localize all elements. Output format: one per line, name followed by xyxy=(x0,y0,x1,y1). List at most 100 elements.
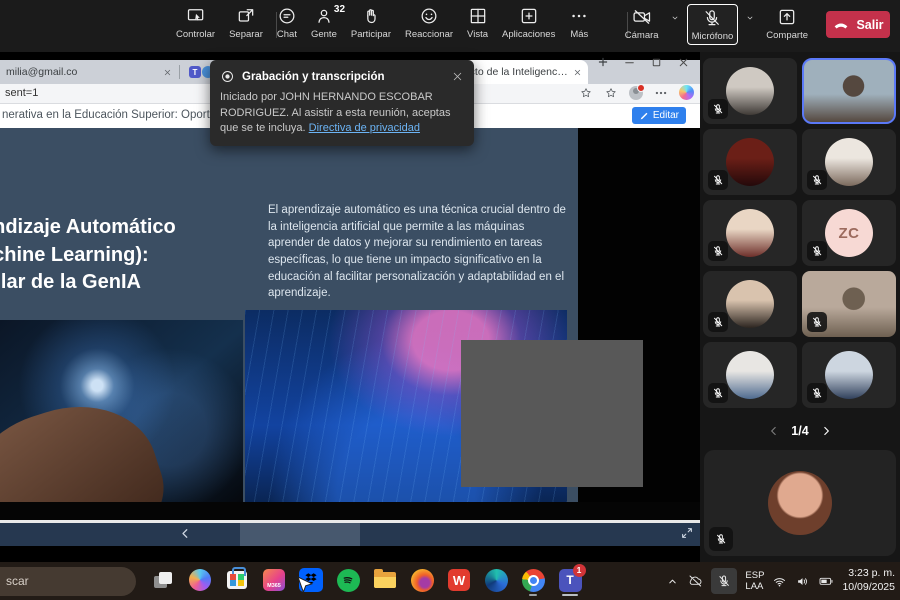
slide-title-line3: Pilar de la GenIA xyxy=(0,269,234,297)
taskbar-app-task-view[interactable] xyxy=(149,566,177,594)
toolbar-chat-button[interactable]: Chat xyxy=(277,5,297,40)
participant-tile-woman-sunglasses[interactable] xyxy=(802,342,896,408)
presentation-page-title: nerativa en la Educación Superior: Oport… xyxy=(2,109,216,121)
participant-tile-man-dark-clothing[interactable] xyxy=(703,58,797,124)
leave-meeting-button[interactable]: Salir xyxy=(826,11,890,38)
slide-title: endizaje Automático achine Learning): Pi… xyxy=(0,214,234,297)
notification-close-icon[interactable] xyxy=(451,70,464,83)
toolbar-view-button[interactable]: Vista xyxy=(467,5,488,40)
toolbar-label: Controlar xyxy=(176,29,215,40)
tab-close-icon[interactable] xyxy=(163,68,172,77)
share-button[interactable]: Comparte xyxy=(762,4,812,43)
pagination-prev-chevron-icon[interactable] xyxy=(767,424,781,438)
participant-tile-dark-red-room[interactable] xyxy=(703,129,797,195)
taskbar-app-firefox[interactable] xyxy=(408,566,436,594)
participant-tile-living-room-video[interactable] xyxy=(802,271,896,337)
cloud-off-icon xyxy=(687,573,703,589)
slide-body-text: El aprendizaje automático es una técnica… xyxy=(268,202,566,302)
toolbar-react-button[interactable]: Reaccionar xyxy=(405,5,453,40)
fullscreen-expand-icon[interactable] xyxy=(680,526,694,540)
privacy-policy-link[interactable]: Directiva de privacidad xyxy=(309,122,420,134)
leave-label: Salir xyxy=(856,18,883,32)
record-icon xyxy=(220,69,235,84)
participant-tile-young-man[interactable] xyxy=(703,200,797,266)
close-icon[interactable] xyxy=(677,56,690,69)
teams-meeting-window: Controlar Separar Chat 32 Gente Participa… xyxy=(0,0,900,600)
tray-chevron-up-icon[interactable] xyxy=(666,575,679,588)
scroll-left-chevron-icon[interactable] xyxy=(178,526,193,541)
toolbar-people-button[interactable]: 32 Gente xyxy=(311,5,337,40)
edit-button[interactable]: Editar xyxy=(632,107,686,124)
mic-off-icon xyxy=(712,174,724,186)
microphone-button[interactable]: Micrófono xyxy=(687,4,739,45)
avatar xyxy=(825,351,873,399)
speaker-icon xyxy=(795,574,810,589)
participant-tile-speaking-woman-video[interactable] xyxy=(802,58,896,124)
toolbar-more-button[interactable]: Más xyxy=(569,5,589,40)
pagination-label: 1/4 xyxy=(791,424,808,438)
battery-icon[interactable] xyxy=(818,573,834,589)
browser-profile-avatar[interactable] xyxy=(629,86,643,100)
hang-up-icon xyxy=(832,16,850,34)
toolbar-popout-button[interactable]: Separar xyxy=(229,5,263,40)
copilot-icon[interactable] xyxy=(679,85,694,100)
browser-menu-dots-icon[interactable] xyxy=(654,86,668,100)
microphone-chevron-down-icon[interactable] xyxy=(744,12,756,24)
minimize-icon[interactable] xyxy=(623,56,636,69)
language-indicator[interactable]: ESP LAA xyxy=(745,570,764,593)
browser-tab-0[interactable]: milia@gmail.co xyxy=(0,60,178,84)
taskbar-app-spotify[interactable] xyxy=(334,566,362,594)
url-text: sent=1 xyxy=(5,87,38,99)
mic-off-icon xyxy=(702,7,722,29)
gray-overlay-box xyxy=(461,340,643,487)
tab-divider xyxy=(179,65,180,79)
toolbar-divider xyxy=(276,12,277,38)
presentation-scrollbar[interactable] xyxy=(0,523,700,546)
notification-header: Grabación y transcripción xyxy=(220,69,464,84)
expand-diag-icon xyxy=(680,526,694,540)
tray-mic-muted-icon[interactable] xyxy=(711,568,737,594)
speaker-icon[interactable] xyxy=(795,574,810,589)
taskbar-app-file-explorer[interactable] xyxy=(371,566,399,594)
camera-button[interactable]: Cámara xyxy=(621,4,663,43)
taskbar-app-teams[interactable]: T1 xyxy=(556,566,584,594)
edit-button-label: Editar xyxy=(653,110,679,121)
mic-off-icon xyxy=(702,8,722,28)
self-video-tile[interactable] xyxy=(704,450,896,556)
collections-star-icon[interactable] xyxy=(604,86,618,100)
shared-screen-region: milia@gmail.co TUnirse a la conversación… xyxy=(0,52,700,562)
participant-tile-woman-white-top[interactable] xyxy=(802,129,896,195)
toolbar-control-button[interactable]: Controlar xyxy=(176,5,215,40)
toolbar-apps-button[interactable]: Aplicaciones xyxy=(502,5,555,40)
onedrive-cloud-off-icon[interactable] xyxy=(687,573,703,589)
clock[interactable]: 3:23 p. m. 10/09/2025 xyxy=(842,567,895,594)
pagination-next-chevron-icon[interactable] xyxy=(819,424,833,438)
taskbar-app-webex[interactable] xyxy=(482,566,510,594)
toolbar-raise-hand-button[interactable]: Participar xyxy=(351,5,391,40)
avatar xyxy=(726,209,774,257)
mic-off-icon xyxy=(811,387,823,399)
tab-close-icon[interactable] xyxy=(573,68,582,77)
mic-off-icon xyxy=(811,245,823,257)
toolbar-label: Gente xyxy=(311,29,337,40)
wifi-icon[interactable] xyxy=(772,574,787,589)
close-x-icon xyxy=(163,68,172,77)
chev-right-icon xyxy=(819,424,833,438)
participant-tile-woman-long-dark-hair[interactable] xyxy=(703,271,797,337)
taskbar-app-chrome[interactable] xyxy=(519,566,547,594)
taskbar-app-wondershare[interactable]: W xyxy=(445,566,473,594)
camera-chevron-down-icon[interactable] xyxy=(669,12,681,24)
taskbar-app-ms-store[interactable] xyxy=(223,566,251,594)
participant-tile-gray-haired-man[interactable] xyxy=(703,342,797,408)
taskbar-search-input[interactable]: scar xyxy=(0,567,136,596)
chev-down-icon xyxy=(744,12,756,24)
maximize-icon[interactable] xyxy=(650,56,663,69)
scrollbar-thumb[interactable] xyxy=(240,523,360,546)
taskbar-app-m365[interactable]: M365 xyxy=(260,566,288,594)
share-screen-icon xyxy=(777,6,797,28)
taskbar-app-copilot[interactable] xyxy=(186,566,214,594)
participant-tile-initials[interactable]: ZC xyxy=(802,200,896,266)
mouse-cursor xyxy=(297,576,313,596)
bookmark-star-icon[interactable] xyxy=(579,86,593,100)
new-tab-button[interactable] xyxy=(596,55,610,69)
